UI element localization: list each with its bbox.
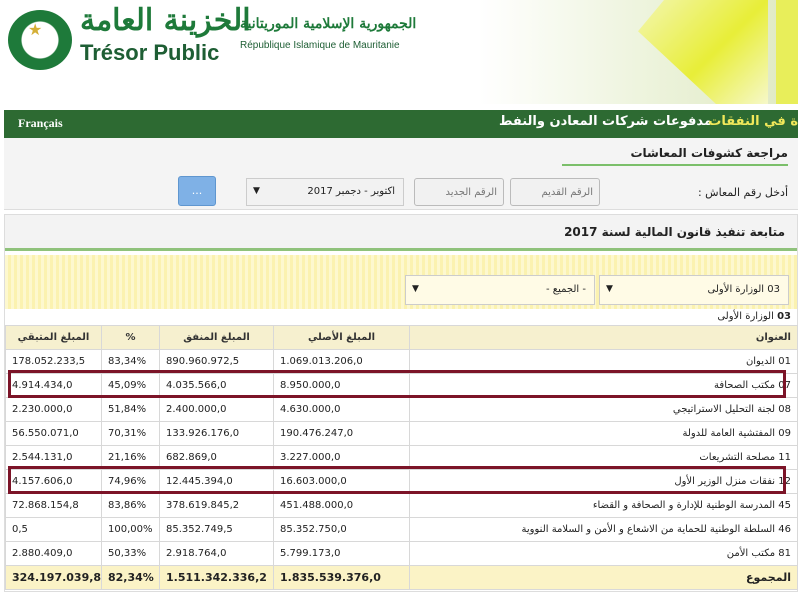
caret-down-icon: ▼ — [253, 186, 260, 196]
row-remaining: 2.880.409,0 — [5, 541, 102, 566]
main-nav: Français مدفوعات شركات المعادن والنفط ة … — [4, 110, 798, 138]
period-select-value: اكتوبر - دجمبر 2017 — [307, 186, 395, 197]
row-title: 09 المفتشية العامة للدولة — [409, 421, 798, 446]
site-title-fr: Trésor Public — [80, 40, 220, 65]
ministry-select[interactable]: 03 الوزارة الأولى ▼ — [599, 275, 789, 305]
row-pct: 50,33% — [101, 541, 160, 566]
col-header-pct: % — [101, 325, 160, 350]
row-spent: 378.619.845,2 — [159, 493, 274, 518]
total-original: 1.835.539.376,0 — [273, 565, 410, 590]
site-title-ar: الخزينة العامة — [80, 3, 251, 38]
title-underline — [562, 164, 788, 166]
pension-panel-title: مراجعة كشوفات المعاشات — [630, 146, 788, 160]
row-original: 4.630.000,0 — [273, 397, 410, 422]
period-select[interactable]: اكتوبر - دجمبر 2017 ▼ — [246, 178, 404, 206]
decorative-bar — [776, 0, 798, 104]
total-title: المجموع — [409, 565, 798, 590]
row-spent: 85.352.749,5 — [159, 517, 274, 542]
table-row: 45 المدرسة الوطنية للإدارة و الصحافة و ا… — [5, 493, 798, 518]
sub-unit-select[interactable]: - الجميع - ▼ — [405, 275, 595, 305]
pension-number-label: أدخل رقم المعاش : — [697, 186, 788, 199]
table-total-row: المجموع 1.835.539.376,0 1.511.342.336,2 … — [5, 565, 798, 590]
caret-down-icon: ▼ — [606, 284, 613, 294]
budget-table: العنوان المبلغ الأصلي المبلغ المنفق % ال… — [5, 325, 798, 590]
national-emblem-icon — [8, 10, 72, 70]
total-remaining: 324.197.039,8 — [5, 565, 102, 590]
col-header-remaining: المبلغ المتبقي — [5, 325, 102, 350]
row-spent: 133.926.176,0 — [159, 421, 274, 446]
row-title: 45 المدرسة الوطنية للإدارة و الصحافة و ا… — [409, 493, 798, 518]
table-header-row: العنوان المبلغ الأصلي المبلغ المنفق % ال… — [5, 325, 798, 350]
search-submit-button[interactable]: ... — [178, 176, 216, 206]
row-title: 08 لجنة التحليل الاستراتيجي — [409, 397, 798, 422]
language-switch-link[interactable]: Français — [18, 116, 63, 131]
total-spent: 1.511.342.336,2 — [159, 565, 274, 590]
pension-search-panel: مراجعة كشوفات المعاشات أدخل رقم المعاش :… — [4, 138, 798, 210]
old-number-input[interactable] — [510, 178, 600, 206]
col-header-title: العنوان — [409, 325, 798, 350]
star-icon: ★ — [28, 20, 43, 39]
budget-title: متابعة تنفيذ قانون المالية لسنة 2017 — [564, 225, 785, 239]
row-pct: 83,86% — [101, 493, 160, 518]
col-header-original: المبلغ الأصلي — [273, 325, 410, 350]
row-original: 451.488.000,0 — [273, 493, 410, 518]
row-original: 85.352.750,0 — [273, 517, 410, 542]
sub-unit-select-value: - الجميع - — [546, 284, 586, 295]
filter-band: 03 الوزارة الأولى ▼ - الجميع - ▼ — [5, 255, 797, 309]
caret-down-icon: ▼ — [412, 284, 419, 294]
republic-name-fr: République Islamique de Mauritanie — [240, 40, 400, 51]
budget-section: متابعة تنفيذ قانون المالية لسنة 2017 03 … — [4, 214, 798, 592]
highlight-frame-press-office — [8, 370, 786, 398]
row-title: 81 مكتب الأمن — [409, 541, 798, 566]
header-banner: ★ الخزينة العامة Trésor Public الجمهورية… — [0, 0, 798, 104]
row-remaining: 0,5 — [5, 517, 102, 542]
republic-name-ar: الجمهورية الإسلامية الموريتانية — [240, 16, 417, 32]
table-row: 46 السلطة الوطنية للحماية من الاشعاع و ا… — [5, 517, 798, 542]
ministry-select-value: 03 الوزارة الأولى — [707, 284, 780, 295]
budget-section-header: متابعة تنفيذ قانون المالية لسنة 2017 — [5, 215, 797, 251]
new-number-input[interactable] — [414, 178, 504, 206]
nav-item-mining-payments[interactable]: مدفوعات شركات المعادن والنفط — [499, 114, 712, 129]
decorative-building-shape — [638, 0, 768, 104]
table-row: 09 المفتشية العامة للدولة 190.476.247,0 … — [5, 421, 798, 446]
row-pct: 70,31% — [101, 421, 160, 446]
row-pct: 51,84% — [101, 397, 160, 422]
row-remaining: 72.868.154,8 — [5, 493, 102, 518]
nav-item-expenses[interactable]: ة في النفقات — [708, 114, 798, 129]
row-spent: 2.400.000,0 — [159, 397, 274, 422]
section-label: 03 الوزارة الأولى — [717, 311, 791, 322]
section-name: الوزارة الأولى — [717, 311, 774, 322]
table-row: 08 لجنة التحليل الاستراتيجي 4.630.000,0 … — [5, 397, 798, 422]
row-remaining: 2.230.000,0 — [5, 397, 102, 422]
row-original: 190.476.247,0 — [273, 421, 410, 446]
table-row: 81 مكتب الأمن 5.799.173,0 2.918.764,0 50… — [5, 541, 798, 566]
row-spent: 2.918.764,0 — [159, 541, 274, 566]
row-remaining: 56.550.071,0 — [5, 421, 102, 446]
section-code: 03 — [777, 311, 791, 322]
row-original: 5.799.173,0 — [273, 541, 410, 566]
highlight-frame-pm-residence — [8, 466, 786, 494]
row-pct: 100,00% — [101, 517, 160, 542]
col-header-spent: المبلغ المنفق — [159, 325, 274, 350]
total-pct: 82,34% — [101, 565, 160, 590]
row-title: 46 السلطة الوطنية للحماية من الاشعاع و ا… — [409, 517, 798, 542]
